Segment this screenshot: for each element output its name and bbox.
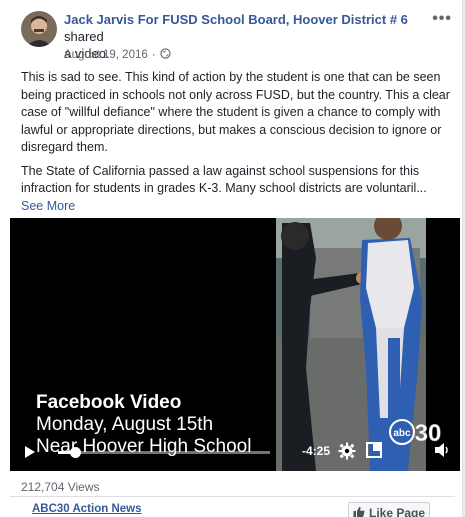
more-options-icon[interactable]: ••• xyxy=(432,10,452,28)
author-link[interactable]: Jack Jarvis For FUSD School Board, Hoove… xyxy=(64,12,408,27)
view-count: 212,704 Views xyxy=(21,480,100,494)
video-controls: -4:25 xyxy=(10,433,460,471)
video-title: Facebook Video xyxy=(36,392,182,413)
time-remaining: -4:25 xyxy=(302,444,331,458)
post-paragraph-text: The State of California passed a law aga… xyxy=(21,163,427,196)
volume-icon[interactable] xyxy=(434,442,450,463)
meta-separator: · xyxy=(151,49,156,61)
shared-text: shared xyxy=(64,29,104,44)
play-icon[interactable] xyxy=(24,445,36,464)
post-paragraph: This is sad to see. This kind of action … xyxy=(21,70,450,154)
post-paragraph: The State of California passed a law aga… xyxy=(21,163,451,216)
page-name-link[interactable]: ABC30 Action News xyxy=(32,503,142,515)
post-card: Jack Jarvis For FUSD School Board, Hoove… xyxy=(0,0,463,517)
globe-icon[interactable] xyxy=(159,48,171,62)
video-player[interactable]: Facebook Video Monday, August 15th Near … xyxy=(10,218,460,471)
like-page-label: Like Page xyxy=(368,506,426,517)
see-more-link[interactable]: See More xyxy=(21,199,75,213)
progress-bar[interactable] xyxy=(58,447,270,458)
like-page-button[interactable]: Like Page xyxy=(348,502,430,517)
post-text: This is sad to see. This kind of action … xyxy=(21,69,451,215)
fullscreen-icon[interactable] xyxy=(366,442,382,463)
thumbs-up-icon xyxy=(353,506,365,517)
post-meta: August 19, 2016 · xyxy=(64,48,171,62)
avatar[interactable] xyxy=(21,11,57,47)
settings-icon[interactable] xyxy=(338,442,356,465)
divider xyxy=(10,496,455,497)
progress-handle[interactable] xyxy=(69,447,81,458)
post-date[interactable]: August 19, 2016 xyxy=(64,49,148,61)
